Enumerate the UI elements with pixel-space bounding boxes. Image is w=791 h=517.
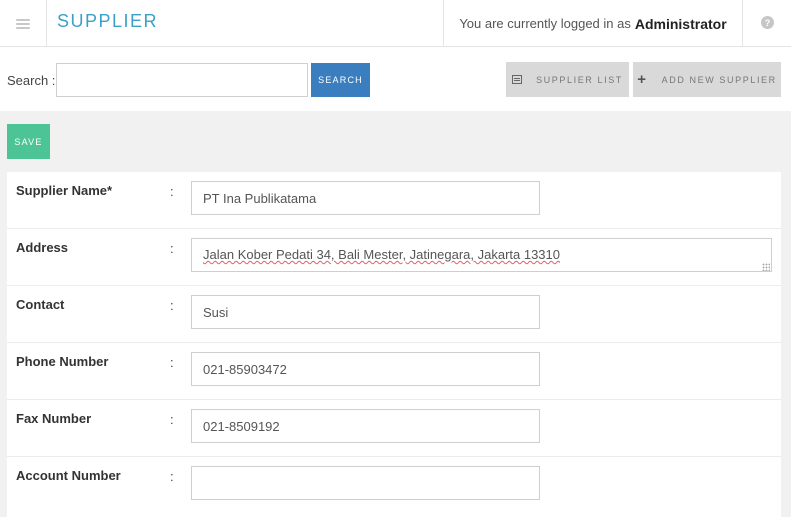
content-area: SAVE Supplier Name* : Address : Jalan Ko… bbox=[0, 111, 791, 517]
phone-number-input[interactable] bbox=[191, 352, 540, 386]
supplier-name-label: Supplier Name* bbox=[16, 183, 113, 198]
add-new-supplier-button[interactable]: + ADD NEW SUPPLIER bbox=[633, 62, 781, 97]
login-text: You are currently logged in as bbox=[459, 16, 631, 31]
resize-grip-icon[interactable] bbox=[762, 263, 770, 271]
toolbar: Search : SEARCH SUPPLIER LIST + ADD NEW … bbox=[0, 48, 791, 111]
save-button[interactable]: SAVE bbox=[7, 124, 50, 159]
search-input[interactable] bbox=[56, 63, 308, 97]
contact-input[interactable] bbox=[191, 295, 540, 329]
page-title: SUPPLIER bbox=[57, 11, 159, 31]
supplier-list-button[interactable]: SUPPLIER LIST bbox=[506, 62, 629, 97]
account-number-input[interactable] bbox=[191, 466, 540, 500]
contact-label: Contact bbox=[16, 297, 65, 312]
fax-number-label: Fax Number bbox=[16, 411, 92, 426]
address-label: Address bbox=[16, 240, 69, 255]
login-status: You are currently logged in as Administr… bbox=[443, 0, 743, 47]
supplier-form: Supplier Name* : Address : Jalan Kober P… bbox=[7, 172, 781, 517]
form-row-contact: Contact : bbox=[7, 286, 781, 343]
form-row-account-number: Account Number : bbox=[7, 457, 781, 517]
add-new-supplier-label: ADD NEW SUPPLIER bbox=[661, 74, 777, 85]
list-icon bbox=[512, 75, 523, 84]
phone-number-label: Phone Number bbox=[16, 354, 109, 369]
search-button[interactable]: SEARCH bbox=[311, 63, 370, 97]
colon: : bbox=[170, 412, 174, 427]
fax-number-input[interactable] bbox=[191, 409, 540, 443]
supplier-name-input[interactable] bbox=[191, 181, 540, 215]
form-row-phone-number: Phone Number : bbox=[7, 343, 781, 400]
app-header: SUPPLIER You are currently logged in as … bbox=[0, 0, 791, 47]
menu-button[interactable] bbox=[0, 0, 47, 47]
colon: : bbox=[170, 184, 174, 199]
colon: : bbox=[170, 241, 174, 256]
colon: : bbox=[170, 355, 174, 370]
form-row-fax-number: Fax Number : bbox=[7, 400, 781, 457]
current-user[interactable]: Administrator bbox=[635, 16, 727, 32]
search-label: Search : bbox=[7, 73, 56, 88]
supplier-list-label: SUPPLIER LIST bbox=[536, 74, 623, 85]
form-row-address: Address : Jalan Kober Pedati 34, Bali Me… bbox=[7, 229, 781, 286]
menu-icon bbox=[16, 18, 30, 29]
colon: : bbox=[170, 469, 174, 484]
address-textarea[interactable]: Jalan Kober Pedati 34, Bali Mester, Jati… bbox=[191, 238, 772, 272]
account-number-label: Account Number bbox=[16, 468, 121, 483]
plus-icon: + bbox=[637, 71, 648, 88]
colon: : bbox=[170, 298, 174, 313]
help-icon[interactable]: ? bbox=[761, 16, 774, 29]
form-row-supplier-name: Supplier Name* : bbox=[7, 172, 781, 229]
